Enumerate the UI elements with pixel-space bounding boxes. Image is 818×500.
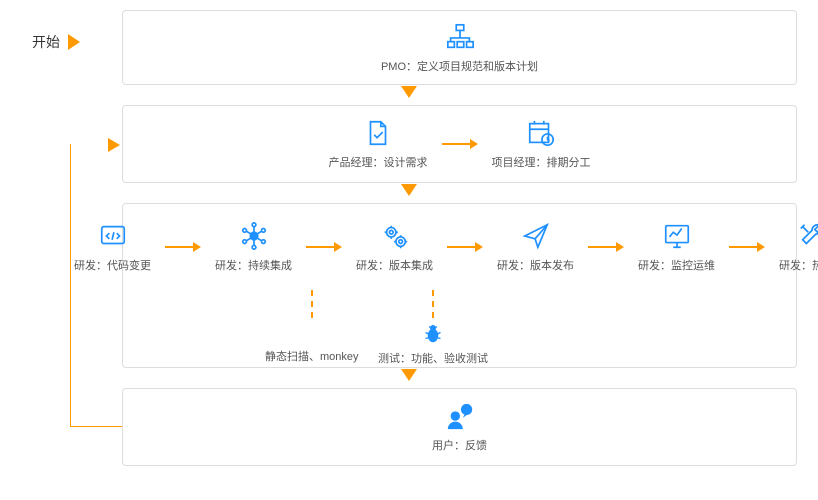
triangle-right-icon (108, 138, 120, 152)
node-build: 研发：版本集成 (356, 221, 433, 273)
node-user-feedback: 用户：反馈 (432, 401, 487, 453)
sub-node-test: 测试：功能、验收测试 (378, 286, 488, 366)
node-pmo: PMO：定义项目规范和版本计划 (381, 22, 538, 74)
arrow-right-icon (306, 242, 342, 252)
triangle-right-icon (68, 34, 80, 50)
arrow-right-icon (442, 139, 478, 149)
send-icon (521, 221, 551, 251)
node-label: 研发：热修复 (779, 257, 818, 273)
connector-down (401, 184, 417, 196)
row: 用户：反馈 (123, 389, 796, 465)
sitemap-icon (445, 22, 475, 52)
gears-icon (380, 221, 410, 251)
dashed-connector (432, 290, 434, 318)
node-pm-design: 产品经理：设计需求 (329, 118, 428, 170)
network-icon (239, 221, 269, 251)
feedback-loop-line (70, 144, 122, 427)
connector-down (401, 86, 417, 98)
start-label: 开始 (32, 32, 80, 52)
stage-box-dev: 研发：代码变更 研发：持续集成 研发：版本集成 研发：版本发布 (122, 203, 797, 368)
arrow-right-icon (729, 242, 765, 252)
monitor-chart-icon (662, 221, 692, 251)
tools-icon (797, 221, 818, 251)
row: PMO：定义项目规范和版本计划 (123, 11, 796, 84)
node-release: 研发：版本发布 (497, 221, 574, 273)
triangle-down-icon (401, 86, 417, 98)
stage-box-plan: 产品经理：设计需求 项目经理：排期分工 (122, 105, 797, 183)
node-monitor: 研发：监控运维 (638, 221, 715, 273)
node-label: PMO：定义项目规范和版本计划 (381, 58, 538, 74)
node-label: 用户：反馈 (432, 437, 487, 453)
dashed-connector (311, 290, 313, 318)
node-label: 研发：版本集成 (356, 257, 433, 273)
node-ci: 研发：持续集成 (215, 221, 292, 273)
bug-icon (421, 322, 445, 346)
node-label: 研发：监控运维 (638, 257, 715, 273)
sub-node-scan: 静态扫描、monkey (265, 286, 359, 364)
node-label: 产品经理：设计需求 (329, 154, 428, 170)
node-label: 静态扫描、monkey (265, 348, 359, 364)
stage-box-pmo: PMO：定义项目规范和版本计划 (122, 10, 797, 85)
node-schedule: 项目经理：排期分工 (492, 118, 591, 170)
node-hotfix: 研发：热修复 (779, 221, 818, 273)
row: 产品经理：设计需求 项目经理：排期分工 (123, 106, 796, 182)
node-label: 研发：版本发布 (497, 257, 574, 273)
node-label: 项目经理：排期分工 (492, 154, 591, 170)
row: 研发：代码变更 研发：持续集成 研发：版本集成 研发：版本发布 (123, 204, 796, 282)
calendar-clock-icon (526, 118, 556, 148)
node-label: 测试：功能、验收测试 (378, 350, 488, 366)
stage-box-feedback: 用户：反馈 (122, 388, 797, 466)
arrow-right-icon (447, 242, 483, 252)
document-edit-icon (363, 118, 393, 148)
arrow-right-icon (588, 242, 624, 252)
user-chat-icon (445, 401, 475, 431)
feedback-arrow (108, 138, 120, 152)
node-label: 研发：持续集成 (215, 257, 292, 273)
arrow-right-icon (165, 242, 201, 252)
triangle-down-icon (401, 184, 417, 196)
triangle-down-icon (401, 369, 417, 381)
connector-down (401, 369, 417, 381)
start-text: 开始 (32, 32, 60, 52)
